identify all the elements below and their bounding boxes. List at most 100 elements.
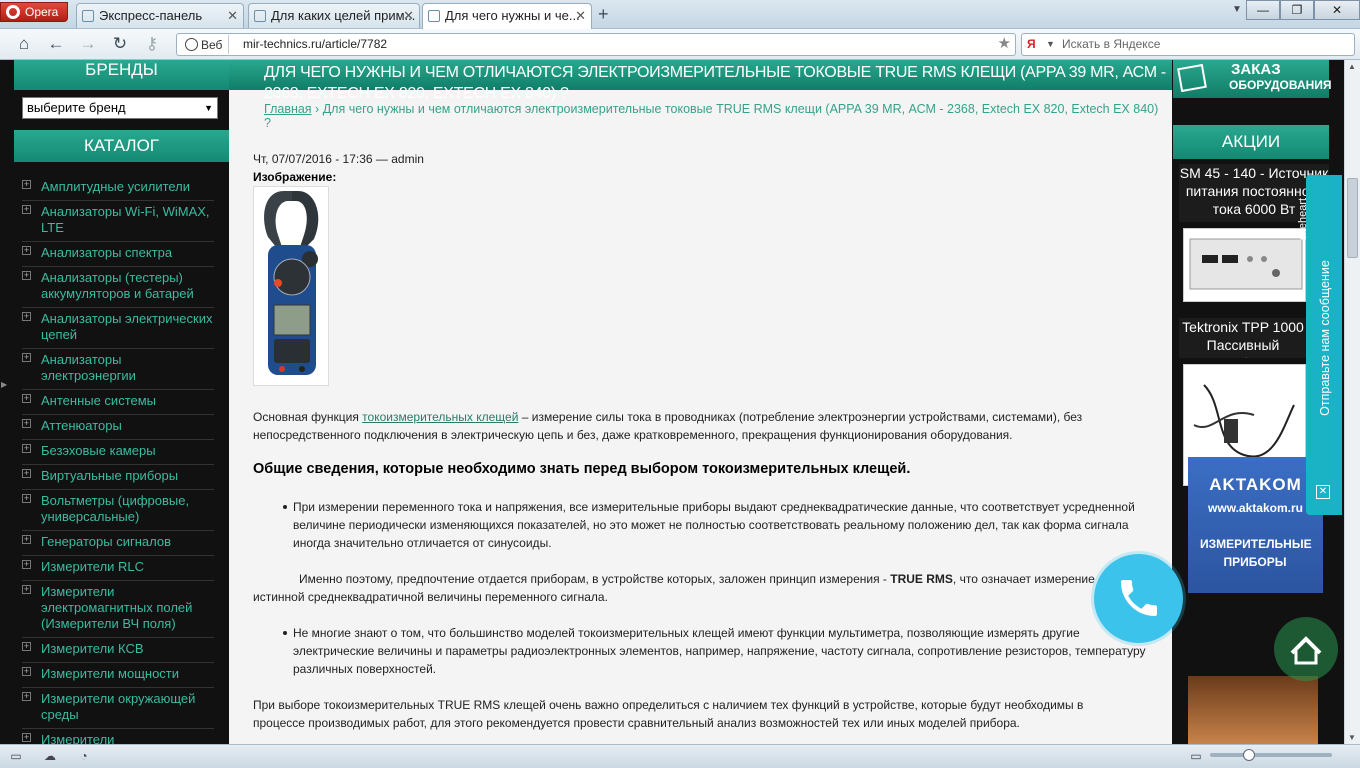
key-icon[interactable]: ⚷ (140, 33, 164, 55)
close-icon[interactable]: ✕ (1316, 485, 1330, 499)
clamp-meters-link[interactable]: токоизмерительных клещей (362, 410, 518, 424)
catalog-item[interactable]: + Амплитудные усилители (22, 179, 214, 201)
expand-icon[interactable]: + (22, 419, 31, 428)
minimize-button[interactable]: — (1246, 0, 1280, 20)
catalog-item[interactable]: + Измерители электромагнитных полей (Изме… (22, 584, 214, 638)
catalog-item[interactable]: + Виртуальные приборы (22, 468, 214, 490)
catalog-item[interactable]: + Вольтметры (цифровые, универсальные) (22, 493, 214, 531)
bookmark-star-icon[interactable]: ★ (998, 33, 1011, 54)
search-field[interactable]: Я ▼ Искать в Яндексе (1021, 33, 1355, 56)
catalog-item[interactable]: + Анализаторы электрических цепей (22, 311, 214, 349)
zoom-slider-knob[interactable] (1243, 749, 1255, 761)
catalog-item[interactable]: + Измерители RLC (22, 559, 214, 581)
catalog-item-label[interactable]: Анализаторы электрических цепей (41, 311, 212, 342)
scroll-up-icon[interactable]: ▲ (1348, 62, 1356, 71)
opera-menu-button[interactable]: Opera (0, 2, 68, 22)
catalog-item[interactable]: + Анализаторы спектра (22, 245, 214, 267)
expand-icon[interactable]: + (22, 394, 31, 403)
catalog-item[interactable]: + Анализаторы электроэнергии (22, 352, 214, 390)
expand-icon[interactable]: + (22, 246, 31, 255)
catalog-item-label[interactable]: Анализаторы Wi-Fi, WiMAX, LTE (41, 204, 210, 235)
anechoic-chamber-image[interactable] (1188, 676, 1318, 744)
expand-icon[interactable]: + (22, 535, 31, 544)
catalog-item-label[interactable]: Анализаторы спектра (41, 245, 172, 260)
expand-icon[interactable]: + (22, 353, 31, 362)
search-placeholder[interactable]: Искать в Яндексе (1062, 34, 1160, 55)
address-bar[interactable]: Веб mir-technics.ru/article/7782 ★ (176, 33, 1016, 56)
expand-icon[interactable]: + (22, 180, 31, 189)
clamp-meter-image[interactable] (253, 186, 329, 386)
catalog-item-label[interactable]: Измерители (41, 732, 114, 744)
back-icon[interactable]: ← (44, 33, 68, 55)
expand-icon[interactable]: + (22, 692, 31, 701)
power-supply-image[interactable] (1183, 228, 1306, 302)
catalog-item-label[interactable]: Измерители RLC (41, 559, 144, 574)
expand-icon[interactable]: + (22, 733, 31, 742)
feedback-widget[interactable]: siteheart Отправьте нам сообщение ✕ (1297, 175, 1342, 515)
catalog-item-label[interactable]: Анализаторы (тестеры) аккумуляторов и ба… (41, 270, 194, 301)
close-icon[interactable]: ✕ (575, 4, 586, 27)
catalog-item[interactable]: + Антенные системы (22, 393, 214, 415)
expand-icon[interactable]: + (22, 444, 31, 453)
catalog-item-label[interactable]: Измерители окружающей среды (41, 691, 195, 722)
catalog-item[interactable]: + Измерители мощности (22, 666, 214, 688)
catalog-item[interactable]: + Безэховые камеры (22, 443, 214, 465)
catalog-item[interactable]: + Измерители КСВ (22, 641, 214, 663)
reload-icon[interactable]: ↻ (108, 33, 132, 55)
expand-icon[interactable]: + (22, 494, 31, 503)
maximize-button[interactable]: ❐ (1280, 0, 1314, 20)
tab-speed-dial[interactable]: Экспресс-панель ✕ (76, 3, 244, 28)
expand-icon[interactable]: + (22, 271, 31, 280)
window-close-button[interactable]: ✕ (1314, 0, 1360, 20)
feedback-label[interactable]: Отправьте нам сообщение (1318, 193, 1332, 483)
tab-menu-chevron-icon[interactable]: ▼ (1232, 4, 1242, 15)
catalog-item-label[interactable]: Виртуальные приборы (41, 468, 178, 483)
expand-icon[interactable]: + (22, 560, 31, 569)
speed-icon[interactable]: ◔ (76, 749, 92, 763)
tab-article-prev[interactable]: Для каких целей прим... ✕ (248, 3, 420, 28)
catalog-item-label[interactable]: Измерители КСВ (41, 641, 144, 656)
breadcrumb-home-link[interactable]: Главная (264, 102, 312, 116)
forward-icon[interactable]: → (76, 33, 100, 55)
expand-icon[interactable]: + (22, 642, 31, 651)
expand-icon[interactable]: + (22, 667, 31, 676)
catalog-item[interactable]: + Генераторы сигналов (22, 534, 214, 556)
catalog-item-label[interactable]: Анализаторы электроэнергии (41, 352, 136, 383)
catalog-item[interactable]: + Аттенюаторы (22, 418, 214, 440)
call-button[interactable] (1094, 554, 1183, 643)
promo-item-title[interactable]: Tektronix TPP 1000 Пассивный пробник (1179, 318, 1307, 358)
catalog-item[interactable]: + Анализаторы Wi-Fi, WiMAX, LTE (22, 204, 214, 242)
web-mode-badge[interactable]: Веб (181, 35, 230, 54)
tab-article-current[interactable]: Для чего нужны и че... ✕ (422, 3, 592, 29)
expand-icon[interactable]: + (22, 585, 31, 594)
catalog-item-label[interactable]: Безэховые камеры (41, 443, 156, 458)
catalog-item[interactable]: + Измерители (22, 732, 214, 744)
close-icon[interactable]: ✕ (403, 4, 414, 27)
catalog-item[interactable]: + Анализаторы (тестеры) аккумуляторов и б… (22, 270, 214, 308)
collapse-arrow-icon[interactable]: ▶ (1, 380, 7, 390)
catalog-item-label[interactable]: Вольтметры (цифровые, универсальные) (41, 493, 189, 524)
catalog-item-label[interactable]: Измерители электромагнитных полей (Измер… (41, 584, 192, 631)
catalog-item-label[interactable]: Антенные системы (41, 393, 156, 408)
order-equipment-banner[interactable]: ЗАКАЗ ОБОРУДОВАНИЯ (1173, 60, 1332, 98)
expand-icon[interactable]: + (22, 469, 31, 478)
aktakom-banner[interactable]: AKTAKOM www.aktakom.ru ИЗМЕРИТЕЛЬНЫЕ ПРИ… (1188, 457, 1323, 593)
chevron-down-icon[interactable]: ▼ (1046, 34, 1055, 55)
catalog-item-label[interactable]: Генераторы сигналов (41, 534, 171, 549)
panel-toggle-icon[interactable]: ▭ (8, 749, 24, 763)
expand-icon[interactable]: + (22, 205, 31, 214)
brand-select[interactable]: выберите бренд ▼ (22, 97, 218, 119)
scroll-to-top-button[interactable] (1274, 617, 1338, 681)
home-icon[interactable]: ⌂ (12, 33, 36, 55)
close-icon[interactable]: ✕ (227, 4, 238, 27)
scroll-down-icon[interactable]: ▼ (1348, 733, 1356, 742)
expand-icon[interactable]: + (22, 312, 31, 321)
catalog-item-label[interactable]: Амплитудные усилители (41, 179, 190, 194)
catalog-item-label[interactable]: Измерители мощности (41, 666, 179, 681)
catalog-item[interactable]: + Измерители окружающей среды (22, 691, 214, 729)
page-view-icon[interactable]: ▭ (1188, 749, 1204, 763)
catalog-item-label[interactable]: Аттенюаторы (41, 418, 122, 433)
new-tab-button[interactable]: + (598, 4, 609, 24)
scrollbar-thumb[interactable] (1347, 178, 1358, 258)
cloud-icon[interactable]: ☁ (42, 749, 58, 763)
